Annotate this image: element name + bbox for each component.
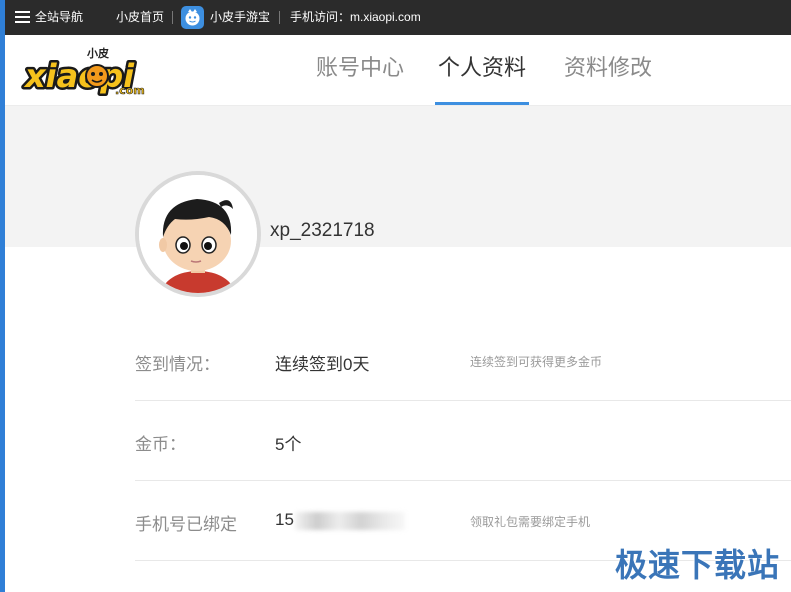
app-link[interactable]: 小皮手游宝	[210, 0, 270, 35]
checkin-row: 签到情况： 连续签到0天 连续签到可获得更多金币	[135, 321, 791, 401]
checkin-label: 签到情况：	[135, 355, 220, 374]
tab-edit-profile[interactable]: 资料修改	[558, 35, 658, 105]
home-link[interactable]: 小皮首页	[116, 0, 164, 35]
top-bar: 全站导航 小皮首页 小皮手游宝 手机访问：m.xiaopi.com	[5, 0, 791, 35]
username: xp_2321718	[270, 220, 375, 241]
coins-row: 金币： 5个	[135, 401, 791, 481]
phone-number-prefix: 15	[275, 510, 294, 529]
phone-hint: 领取礼包需要绑定手机	[470, 515, 591, 529]
tab-account-center[interactable]: 账号中心	[310, 35, 410, 105]
phone-number-masked	[295, 512, 405, 530]
coins-label: 金币：	[135, 435, 186, 454]
avatar[interactable]	[135, 171, 261, 297]
watermark: 极速下载站	[615, 546, 781, 584]
logo-domain-text: .com	[115, 84, 145, 97]
profile-banner	[5, 106, 791, 247]
divider	[279, 11, 280, 24]
checkin-hint: 连续签到可获得更多金币	[470, 355, 603, 369]
tab-personal-profile[interactable]: 个人资料	[435, 35, 529, 105]
phone-app-icon[interactable]	[181, 6, 204, 29]
menu-icon[interactable]	[15, 11, 30, 24]
divider	[172, 11, 173, 24]
window-left-edge	[0, 0, 5, 592]
site-logo[interactable]: 小皮 xiaopi xiaopi .com	[21, 43, 153, 98]
site-header: 小皮 xiaopi xiaopi .com 账号中心 个人资料 资料修改	[5, 35, 791, 106]
all-sites-nav-link[interactable]: 全站导航	[35, 0, 83, 35]
phone-value: 15	[275, 510, 405, 530]
mobile-access-text: 手机访问：m.xiaopi.com	[290, 10, 421, 24]
phone-label: 手机号已绑定	[135, 515, 237, 534]
coins-value: 5个	[275, 435, 302, 454]
checkin-value: 连续签到0天	[275, 355, 370, 374]
